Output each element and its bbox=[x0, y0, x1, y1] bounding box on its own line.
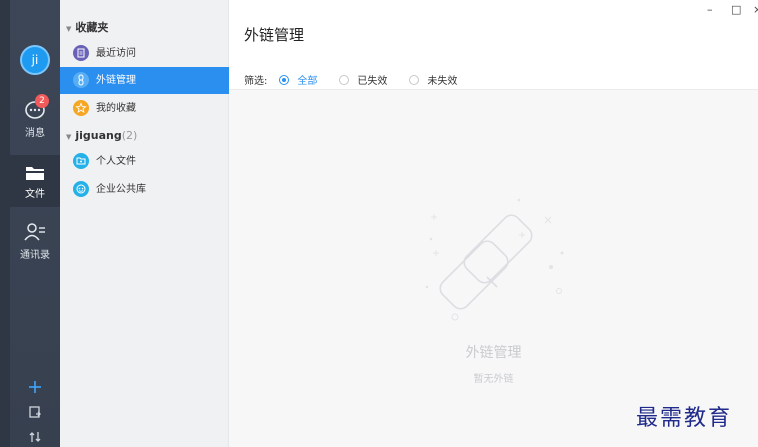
rail-item-contacts[interactable]: 通讯录 bbox=[10, 222, 60, 261]
contacts-icon bbox=[24, 223, 45, 241]
radio-expired[interactable] bbox=[339, 74, 350, 85]
filter-all[interactable]: 全部 bbox=[279, 72, 317, 87]
export-button[interactable] bbox=[10, 405, 60, 422]
rail-label-messages: 消息 bbox=[25, 128, 45, 139]
link-icon bbox=[73, 71, 89, 88]
sidebar-item-enterprise-library[interactable]: 企业公共库 bbox=[60, 176, 229, 203]
add-button[interactable] bbox=[10, 380, 60, 397]
watermark-text: 最需教育 bbox=[636, 406, 733, 431]
sidebar-item-personal-files[interactable]: 个人文件 bbox=[60, 148, 229, 175]
maximize-button[interactable]: □ bbox=[731, 3, 741, 16]
main-panel: 外链管理 – □ × 筛选: 全部 已失效 未失效 外链管理 暂无外链 bbox=[229, 0, 758, 447]
rail-item-messages[interactable]: 2 消息 bbox=[10, 94, 60, 139]
radio-active[interactable] bbox=[409, 74, 420, 85]
file-sidebar: ▼ 收藏夹 最近访问 外链管理 我的收藏 ▼ jiguang(2) 个人文件 企业公… bbox=[60, 0, 229, 447]
rail-edge bbox=[0, 0, 10, 447]
sidebar-item-link-management[interactable]: 外链管理 bbox=[60, 67, 229, 94]
rail-label-files: 文件 bbox=[25, 189, 45, 200]
folder-icon bbox=[26, 167, 44, 180]
rail-item-files[interactable]: 文件 bbox=[10, 155, 60, 207]
filter-label: 筛选: bbox=[244, 76, 268, 87]
main-header: 外链管理 – □ × 筛选: 全部 已失效 未失效 bbox=[229, 0, 758, 90]
filter-active[interactable]: 未失效 bbox=[409, 72, 457, 87]
filter-bar: 筛选: 全部 已失效 未失效 bbox=[244, 72, 467, 87]
rail-label-contacts: 通讯录 bbox=[20, 250, 50, 261]
personal-folder-icon bbox=[73, 152, 89, 169]
transfer-button[interactable] bbox=[10, 430, 60, 447]
caret-down-icon: ▼ bbox=[66, 25, 72, 33]
recent-doc-icon bbox=[73, 44, 89, 61]
enterprise-library-icon bbox=[73, 180, 89, 197]
transfer-icon bbox=[29, 432, 41, 442]
caret-down-icon: ▼ bbox=[66, 133, 72, 141]
app-rail: ji 2 消息 文件 通讯录 bbox=[0, 0, 60, 447]
star-icon bbox=[73, 99, 89, 116]
page-title: 外链管理 bbox=[244, 26, 305, 44]
favorites-header[interactable]: ▼ 收藏夹 bbox=[60, 17, 229, 39]
minimize-button[interactable]: – bbox=[707, 3, 713, 16]
filter-expired[interactable]: 已失效 bbox=[339, 72, 387, 87]
export-icon bbox=[29, 406, 41, 418]
radio-all[interactable] bbox=[279, 74, 290, 85]
empty-state-subtitle: 暂无外链 bbox=[473, 374, 514, 385]
avatar[interactable]: ji bbox=[20, 45, 50, 75]
sidebar-item-my-favorites[interactable]: 我的收藏 bbox=[60, 95, 229, 122]
empty-state-title: 外链管理 bbox=[465, 345, 522, 361]
sidebar-item-recent[interactable]: 最近访问 bbox=[60, 40, 229, 67]
close-button[interactable]: × bbox=[753, 3, 758, 16]
unread-badge: 2 bbox=[35, 94, 49, 108]
empty-link-illustration-icon bbox=[425, 198, 564, 321]
account-header[interactable]: ▼ jiguang(2) bbox=[60, 125, 229, 147]
plus-icon bbox=[29, 381, 41, 393]
